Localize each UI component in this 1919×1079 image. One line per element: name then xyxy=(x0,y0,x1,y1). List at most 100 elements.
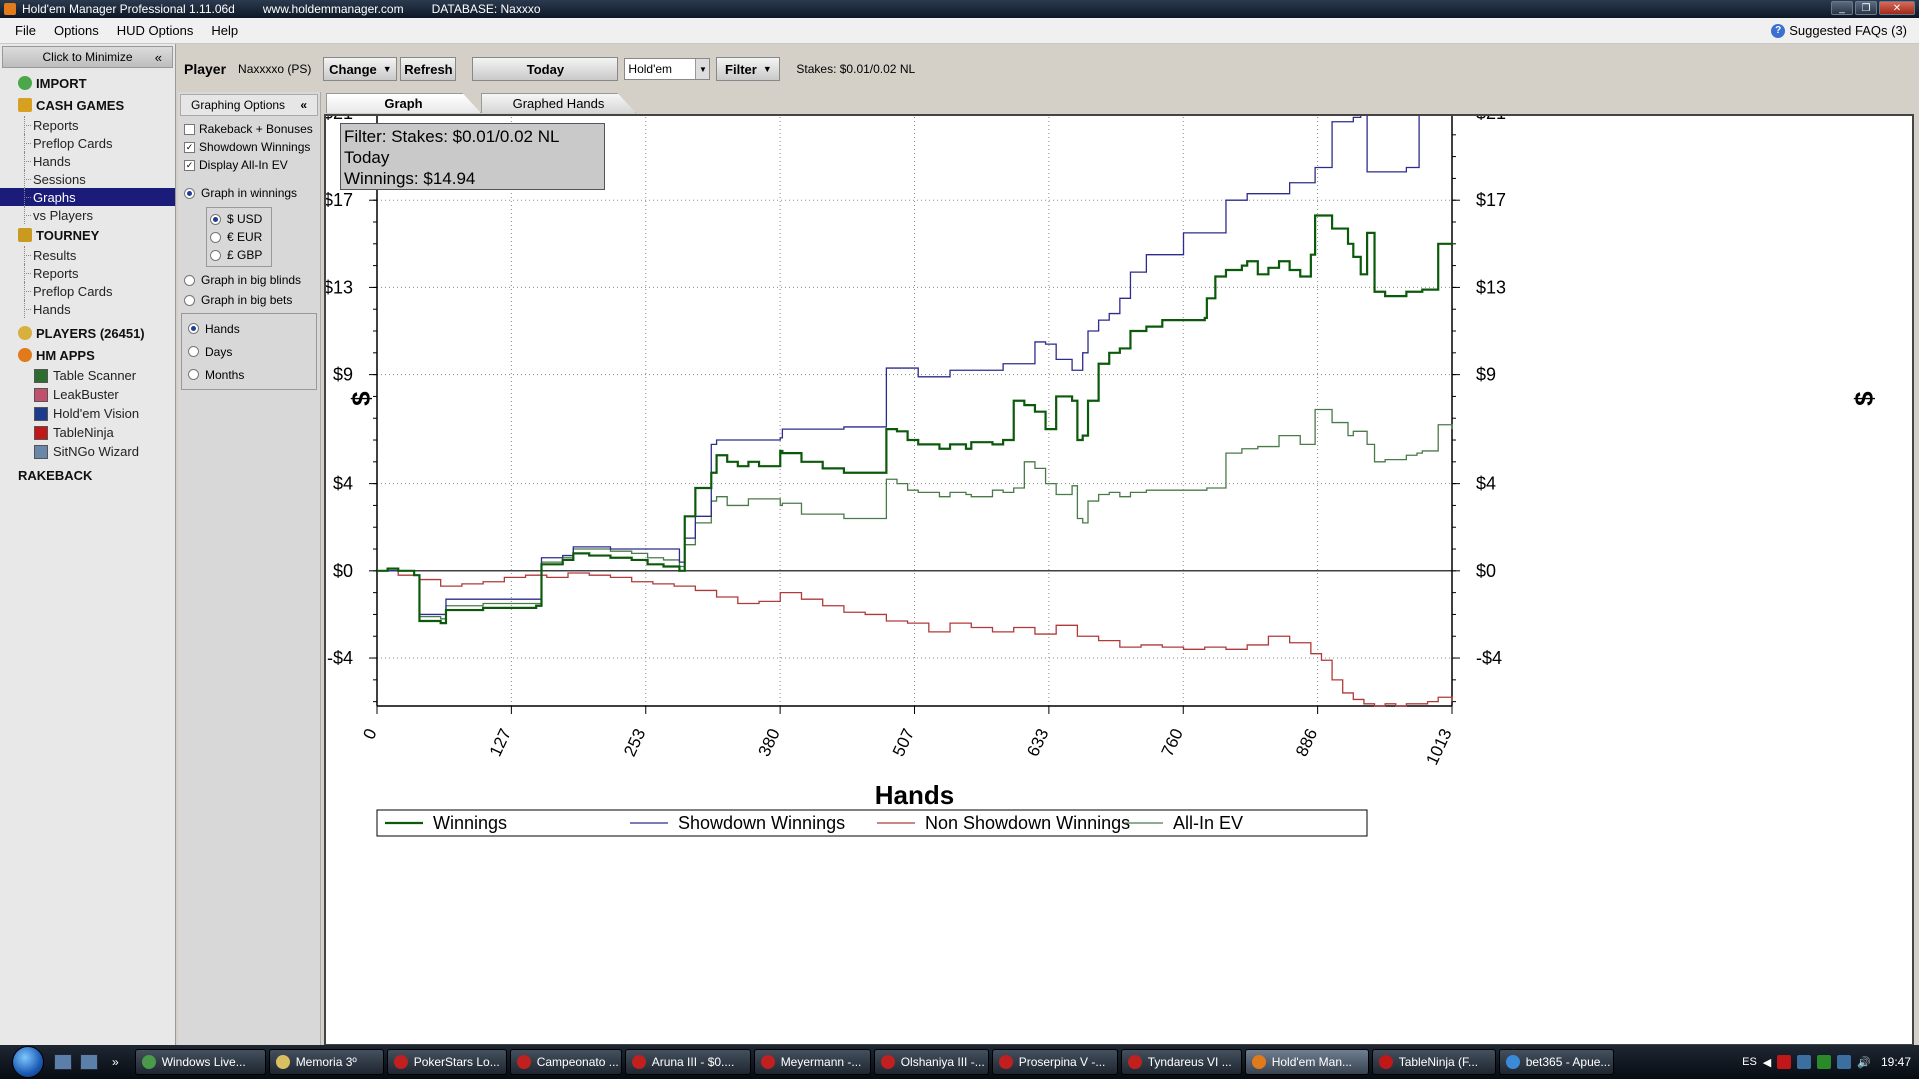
game-type-value: Hold'em xyxy=(628,62,673,76)
x-tick-label: 760 xyxy=(1158,726,1187,760)
nav-hm-apps[interactable]: HM APPS xyxy=(0,344,175,366)
today-button[interactable]: Today xyxy=(472,57,619,81)
nav-tourney-results[interactable]: Results xyxy=(0,246,175,264)
nav-import[interactable]: IMPORT xyxy=(0,72,175,94)
nav-cash-hands[interactable]: Hands xyxy=(0,152,175,170)
menu-options[interactable]: Options xyxy=(45,23,108,38)
nav-players[interactable]: PLAYERS (26451) xyxy=(0,322,175,344)
tray-app-icon[interactable] xyxy=(1817,1055,1832,1069)
start-button[interactable] xyxy=(12,1046,44,1078)
menu-hud-options[interactable]: HUD Options xyxy=(108,23,203,38)
y-tick-label-left: $13 xyxy=(326,277,353,297)
x-axis-months-radio[interactable]: Months xyxy=(182,363,316,386)
taskbar-item[interactable]: Proserpina V -... xyxy=(991,1049,1118,1075)
app-leakbuster[interactable]: LeakBuster xyxy=(0,385,175,404)
showdown-winnings-checkbox[interactable]: ✓ Showdown Winnings xyxy=(178,138,320,156)
show-desktop-icon[interactable] xyxy=(54,1054,72,1070)
taskbar-item-label: Olshaniya III -... xyxy=(900,1055,985,1069)
language-indicator[interactable]: ES xyxy=(1742,1056,1757,1068)
x-axis-hands-radio[interactable]: Hands xyxy=(182,317,316,340)
y-axis-title-left: $ xyxy=(346,391,376,406)
app-icon xyxy=(4,3,16,15)
taskbar-item[interactable]: bet365 - Apue... xyxy=(1498,1049,1614,1075)
chevron-down-icon: ▼ xyxy=(382,64,392,74)
app-table-scanner-label: Table Scanner xyxy=(53,368,137,383)
nav-rakeback[interactable]: RAKEBACK xyxy=(0,464,175,486)
quick-launch-chevron-icon[interactable]: » xyxy=(112,1055,119,1069)
graph-in-winnings-radio[interactable]: Graph in winnings xyxy=(178,182,320,204)
rakeback-bonuses-label: Rakeback + Bonuses xyxy=(199,122,313,136)
nav-tourney-reports[interactable]: Reports xyxy=(0,264,175,282)
nav-cash-vs-players[interactable]: vs Players xyxy=(0,206,175,224)
app-holdem-vision[interactable]: Hold'em Vision xyxy=(0,404,175,423)
tray-app-icon[interactable] xyxy=(1777,1055,1792,1069)
taskbar-item[interactable]: Windows Live... xyxy=(134,1049,266,1075)
close-window-button[interactable]: ✕ xyxy=(1879,1,1915,15)
change-player-button[interactable]: Change ▼ xyxy=(323,57,398,81)
graph-in-big-blinds-label: Graph in big blinds xyxy=(201,273,302,287)
switch-windows-icon[interactable] xyxy=(80,1054,98,1070)
refresh-button[interactable]: Refresh xyxy=(400,57,457,81)
radio-indicator xyxy=(184,294,195,306)
taskbar-item[interactable]: Olshaniya III -... xyxy=(873,1049,989,1075)
nav-tourney-preflop-cards[interactable]: Preflop Cards xyxy=(0,282,175,300)
tray-app-icon[interactable] xyxy=(1797,1055,1812,1069)
app-sitngo-wizard[interactable]: SitNGo Wizard xyxy=(0,442,175,461)
left-navigation: Click to Minimize « IMPORT CASH GAMES Re… xyxy=(0,44,176,1045)
taskbar-item[interactable]: Tyndareus VI ... xyxy=(1120,1049,1242,1075)
nav-tourney[interactable]: TOURNEY xyxy=(0,224,175,246)
taskbar-item[interactable]: Memoria 3º xyxy=(268,1049,384,1075)
tab-graphed-hands[interactable]: Graphed Hands xyxy=(481,93,636,113)
currency-gbp-radio[interactable]: £ GBP xyxy=(207,246,271,264)
nav-cash-graphs[interactable]: Graphs xyxy=(0,188,175,206)
nav-cash-sessions[interactable]: Sessions xyxy=(0,170,175,188)
graph-in-big-blinds-radio[interactable]: Graph in big blinds xyxy=(178,270,320,290)
filter-summary-winnings: Winnings: $14.94 xyxy=(344,169,476,188)
taskbar-item[interactable]: Campeonato ... xyxy=(509,1049,622,1075)
taskbar-item[interactable]: PokerStars Lo... xyxy=(386,1049,507,1075)
currency-usd-radio[interactable]: $ USD xyxy=(207,210,271,228)
nav-tourney-hands[interactable]: Hands xyxy=(0,300,175,318)
taskbar-item-label: PokerStars Lo... xyxy=(413,1055,500,1069)
x-tick-label: 253 xyxy=(620,726,649,760)
hm-apps-icon xyxy=(18,348,32,362)
stakes-label: Stakes: $0.01/0.02 NL xyxy=(796,62,916,76)
title-bar: Hold'em Manager Professional 1.11.06d ww… xyxy=(0,0,1919,18)
graphing-options-header[interactable]: Graphing Options « xyxy=(180,94,318,116)
legend-label: Showdown Winnings xyxy=(678,813,845,833)
maximize-window-button[interactable]: ❐ xyxy=(1855,1,1877,15)
player-name: Naxxxxo (PS) xyxy=(238,62,312,76)
game-type-select[interactable]: Hold'em ▼ xyxy=(624,58,711,80)
clock[interactable]: 19:47 xyxy=(1881,1055,1911,1069)
minimize-window-button[interactable]: _ xyxy=(1831,1,1853,15)
x-axis-months-label: Months xyxy=(205,367,245,382)
taskbar-item[interactable]: TableNinja (F... xyxy=(1371,1049,1496,1075)
taskbar-item[interactable]: Meyermann -... xyxy=(753,1049,871,1075)
display-all-in-ev-checkbox[interactable]: ✓ Display All-In EV xyxy=(178,156,320,174)
nav-cash-reports[interactable]: Reports xyxy=(0,116,175,134)
app-holdem-vision-label: Hold'em Vision xyxy=(53,406,140,421)
rakeback-bonuses-checkbox[interactable]: Rakeback + Bonuses xyxy=(178,120,320,138)
volume-icon[interactable]: 🔊 xyxy=(1857,1056,1871,1069)
menu-help[interactable]: Help xyxy=(202,23,247,38)
taskbar-item[interactable]: Aruna III - $0.... xyxy=(624,1049,751,1075)
app-tableninja[interactable]: TableNinja xyxy=(0,423,175,442)
radio-indicator xyxy=(188,346,199,357)
filter-button[interactable]: Filter ▼ xyxy=(716,57,781,81)
nav-cash-preflop-cards[interactable]: Preflop Cards xyxy=(0,134,175,152)
currency-eur-radio[interactable]: € EUR xyxy=(207,228,271,246)
tab-graph[interactable]: Graph xyxy=(326,93,481,113)
app-table-scanner[interactable]: Table Scanner xyxy=(0,366,175,385)
website-label: www.holdemmanager.com xyxy=(262,2,404,16)
nav-cash-games[interactable]: CASH GAMES xyxy=(0,94,175,116)
minimize-sidebar-button[interactable]: Click to Minimize « xyxy=(2,46,173,68)
network-icon[interactable] xyxy=(1837,1055,1852,1069)
player-label: Player xyxy=(184,61,227,77)
x-axis-days-radio[interactable]: Days xyxy=(182,340,316,363)
y-tick-label-right: $17 xyxy=(1476,190,1506,210)
graph-in-big-bets-radio[interactable]: Graph in big bets xyxy=(178,290,320,310)
taskbar-item[interactable]: Hold'em Man... xyxy=(1244,1049,1369,1075)
tray-expand-icon[interactable]: ◀ xyxy=(1763,1056,1771,1069)
menu-file[interactable]: File xyxy=(6,23,45,38)
suggested-faqs-link[interactable]: ? Suggested FAQs (3) xyxy=(1771,23,1907,38)
